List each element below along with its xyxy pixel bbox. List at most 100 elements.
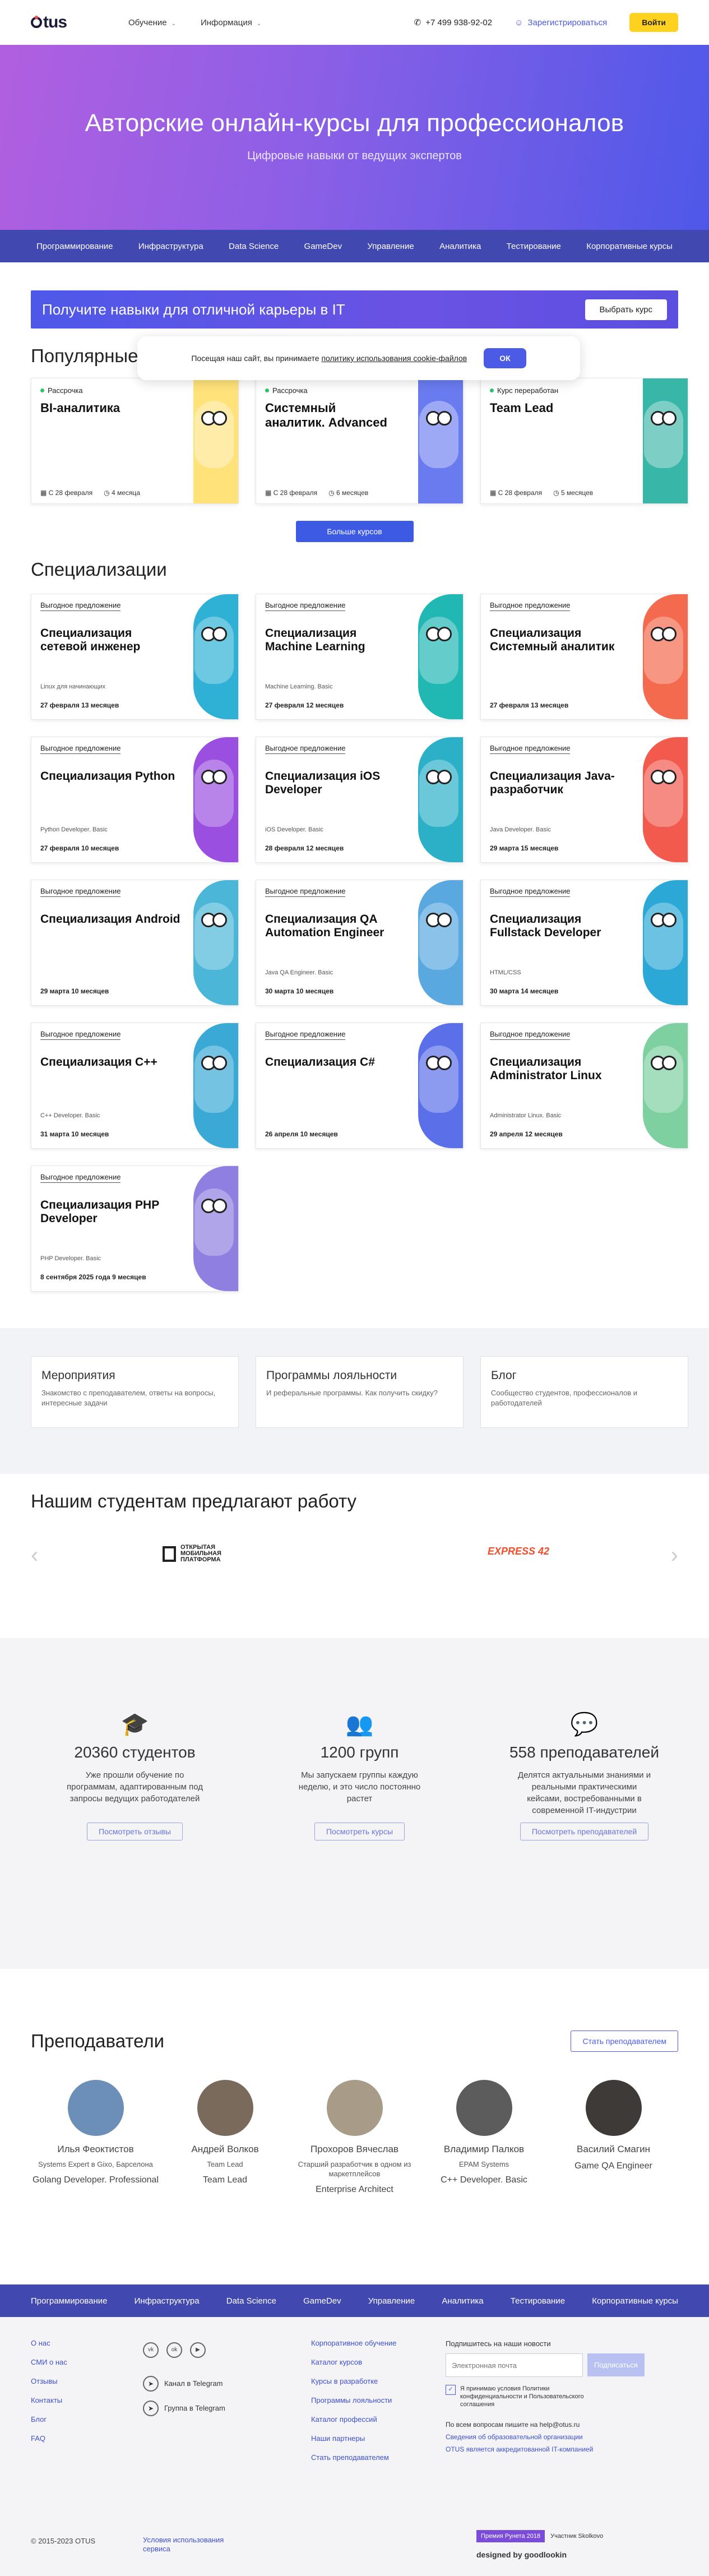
login-button[interactable]: Войти xyxy=(629,13,678,32)
footer-link[interactable]: Каталог профессий xyxy=(311,2410,396,2429)
accr-link[interactable]: OTUS является аккредитованной IT-компани… xyxy=(446,2445,653,2453)
footer-link[interactable]: Контакты xyxy=(31,2391,67,2410)
subscribe-button[interactable]: Подписаться xyxy=(587,2353,645,2376)
teacher-card[interactable]: Владимир Палков EPAM Systems C++ Develop… xyxy=(419,2080,549,2195)
owl-illustration xyxy=(193,737,238,862)
become-teacher-button[interactable]: Стать преподавателем xyxy=(571,2031,678,2052)
specialization-card[interactable]: Выгодное предложение Специализация QA Au… xyxy=(256,880,464,1006)
specialization-card[interactable]: Выгодное предложение Специализация сетев… xyxy=(31,594,239,720)
telegram-group-link[interactable]: ➤ Группа в Telegram xyxy=(143,2396,225,2421)
youtube-icon[interactable]: ▶ xyxy=(190,2342,206,2358)
reviews-button[interactable]: Посмотреть отзывы xyxy=(87,1823,183,1840)
cat-management[interactable]: Управление xyxy=(362,242,419,251)
footer-link[interactable]: Отзывы xyxy=(31,2372,67,2391)
footer-link[interactable]: Каталог курсов xyxy=(311,2353,396,2372)
footer-link[interactable]: Корпоративное обучение xyxy=(311,2334,396,2353)
footer-link[interactable]: Программы лояльности xyxy=(311,2391,396,2410)
course-title: Системный аналитик. Advanced xyxy=(265,401,387,429)
cat-programming[interactable]: Программирование xyxy=(31,242,118,251)
newsletter: Подпишитесь на наши новости Подписаться … xyxy=(446,2339,653,2453)
footer-link[interactable]: СМИ о нас xyxy=(31,2353,67,2372)
specialization-card[interactable]: Выгодное предложение Специализация PHP D… xyxy=(31,1166,239,1292)
spec-start: 29 марта 15 месяцев xyxy=(490,844,559,852)
specialization-card[interactable]: Выгодное предложение Специализация Pytho… xyxy=(31,737,239,863)
cat-corporate[interactable]: Корпоративные курсы xyxy=(581,242,678,251)
specialization-card[interactable]: Выгодное предложение Специализация C++ C… xyxy=(31,1023,239,1149)
cat-management[interactable]: Управление xyxy=(368,2296,415,2306)
specialization-card[interactable]: Выгодное предложение Специализация Admin… xyxy=(480,1023,688,1149)
popular-card[interactable]: Рассрочка Системный аналитик. Advanced ▦… xyxy=(256,378,464,504)
cat-gamedev[interactable]: GameDev xyxy=(303,2296,341,2306)
teacher-card[interactable]: Василий Смагин Game QA Engineer xyxy=(549,2080,678,2195)
edu-link[interactable]: Сведения об образовательной организации xyxy=(446,2433,653,2441)
cookie-ok-button[interactable]: ОК xyxy=(484,348,526,368)
teacher-name: Андрей Волков xyxy=(191,2144,259,2154)
phone-icon: ✆ xyxy=(414,18,421,27)
choose-course-button[interactable]: Выбрать курс xyxy=(585,299,667,320)
menu-learning[interactable]: Обучение ⌄ xyxy=(128,18,176,27)
specialization-card[interactable]: Выгодное предложение Специализация Fulls… xyxy=(480,880,688,1006)
otus-logo[interactable]: tus xyxy=(31,13,67,32)
cat-analytics[interactable]: Аналитика xyxy=(434,242,486,251)
cat-analytics[interactable]: Аналитика xyxy=(442,2296,483,2306)
email-input[interactable] xyxy=(446,2353,583,2377)
spec-title: Специализация Python xyxy=(40,770,175,783)
cat-infra[interactable]: Инфраструктура xyxy=(135,2296,200,2306)
more-courses-button[interactable]: Больше курсов xyxy=(295,521,414,542)
terms-link[interactable]: Условия использования сервиса xyxy=(143,2536,244,2554)
spec-subcourse: Java Developer. Basic xyxy=(490,826,551,833)
specialization-card[interactable]: Выгодное предложение Специализация iOS D… xyxy=(256,737,464,863)
footer-link[interactable]: Наши партнеры xyxy=(311,2429,396,2448)
telegram-channel-link[interactable]: ➤ Канал в Telegram xyxy=(143,2371,225,2396)
phone-link[interactable]: ✆ +7 499 938-92-02 xyxy=(414,17,492,28)
footer-link[interactable]: Блог xyxy=(31,2410,67,2429)
popular-card[interactable]: Курс переработан Team Lead ▦ С 28 феврал… xyxy=(480,378,688,504)
avatar xyxy=(456,2080,512,2136)
cat-infra[interactable]: Инфраструктура xyxy=(133,242,209,251)
checkbox[interactable]: ✓ xyxy=(446,2385,456,2395)
specialization-card[interactable]: Выгодное предложение Специализация Andro… xyxy=(31,880,239,1006)
menu-info[interactable]: Информация ⌄ xyxy=(201,18,261,27)
vk-icon[interactable]: vk xyxy=(143,2342,159,2358)
partner-logo[interactable]: ОТКРЫТАЯ МОБИЛЬНАЯ ПЛАТФОРМА xyxy=(163,1544,231,1563)
footer-social: vk ok ▶ ➤ Канал в Telegram ➤ Группа в Tele… xyxy=(143,2342,225,2421)
teacher-card[interactable]: Андрей Волков Team Lead Team Lead xyxy=(160,2080,290,2195)
deal-label: Выгодное предложение xyxy=(490,601,571,611)
spec-title: Специализация Administrator Linux xyxy=(490,1056,602,1082)
info-card-events[interactable]: Мероприятия Знакомство с преподавателем, … xyxy=(31,1356,239,1428)
specialization-card[interactable]: Выгодное предложение Специализация Machi… xyxy=(256,594,464,720)
cat-corporate[interactable]: Корпоративные курсы xyxy=(592,2296,678,2306)
specialization-card[interactable]: Выгодное предложение Специализация Систе… xyxy=(480,594,688,720)
popular-card[interactable]: Рассрочка BI-аналитика ▦ С 28 февраля ◷ 4… xyxy=(31,378,239,504)
cookie-policy-link[interactable]: политику использования cookie-файлов xyxy=(321,354,467,363)
cat-gamedev[interactable]: GameDev xyxy=(299,242,348,251)
courses-button[interactable]: Посмотреть курсы xyxy=(314,1823,405,1840)
footer-link[interactable]: FAQ xyxy=(31,2429,67,2448)
cat-programming[interactable]: Программирование xyxy=(31,2296,107,2306)
cat-testing[interactable]: Тестирование xyxy=(501,242,567,251)
stat-students: 🎓 20360 студентов Уже прошли обучение по… xyxy=(31,1711,239,1840)
teacher-card[interactable]: Прохоров Вячеслав Старший разработчик в … xyxy=(290,2080,419,2195)
info-card-loyalty[interactable]: Программы лояльности И реферальные програ… xyxy=(256,1356,464,1428)
partner-logo[interactable]: EXPRESS 42 xyxy=(488,1546,549,1557)
deal-label: Выгодное предложение xyxy=(40,601,121,611)
cat-ds[interactable]: Data Science xyxy=(226,2296,276,2306)
teachers-button[interactable]: Посмотреть преподавателей xyxy=(520,1823,649,1840)
specialization-card[interactable]: Выгодное предложение Специализация C# 26… xyxy=(256,1023,464,1149)
specialization-card[interactable]: Выгодное предложение Специализация Java-… xyxy=(480,737,688,863)
chevron-left-icon[interactable]: ‹ xyxy=(31,1543,38,1568)
footer-link[interactable]: О нас xyxy=(31,2334,67,2353)
cookie-popup: Посещая наш сайт, вы принимаете политику… xyxy=(137,336,580,380)
cat-ds[interactable]: Data Science xyxy=(223,242,284,251)
footer-link[interactable]: Стать преподавателем xyxy=(311,2448,396,2467)
register-link[interactable]: ☺ Зарегистрироваться xyxy=(515,18,607,27)
cat-testing[interactable]: Тестирование xyxy=(511,2296,565,2306)
chevron-right-icon[interactable]: › xyxy=(671,1543,678,1568)
teacher-card[interactable]: Илья Феоктистов Systems Expert в Gixo, Б… xyxy=(31,2080,160,2195)
ok-icon[interactable]: ok xyxy=(166,2342,182,2358)
spec-start: 27 февраля 10 месяцев xyxy=(40,844,119,852)
teacher-name: Василий Смагин xyxy=(577,2144,650,2154)
owl-illustration xyxy=(643,594,688,719)
footer-link[interactable]: Курсы в разработке xyxy=(311,2372,396,2391)
info-card-blog[interactable]: Блог Сообщество студентов, профессионалов… xyxy=(480,1356,688,1428)
